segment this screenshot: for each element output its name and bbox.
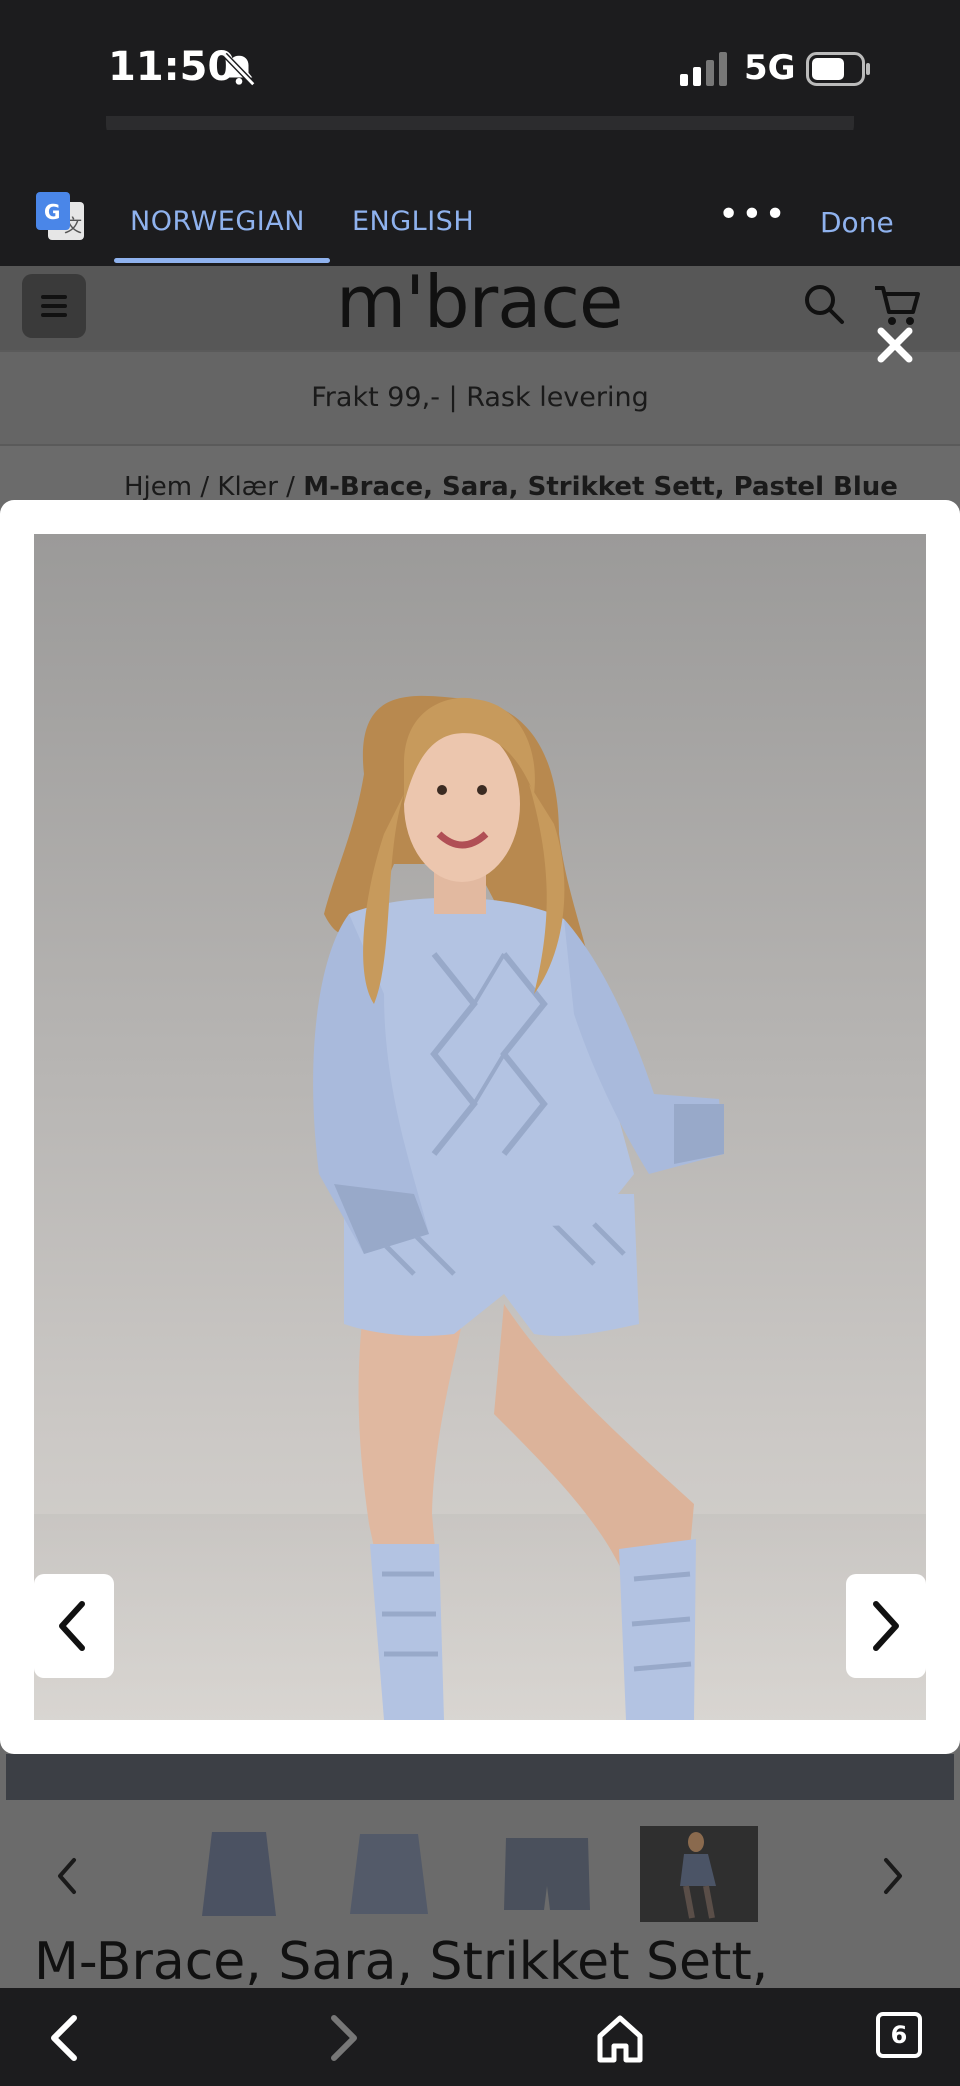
back-icon[interactable] <box>40 2010 92 2066</box>
tab-norwegian[interactable]: NORWEGIAN <box>130 206 305 237</box>
breadcrumb-current: M-Brace, Sara, Strikket Sett, Pastel Blu… <box>303 472 898 502</box>
thumbnail-model[interactable] <box>640 1826 758 1922</box>
home-icon[interactable] <box>594 2010 646 2066</box>
thumb-prev-icon[interactable] <box>52 1854 82 1898</box>
search-icon[interactable] <box>800 280 848 328</box>
thumbnail-section: M-Brace, Sara, Strikket Sett, <box>0 1754 960 1992</box>
browser-toolbar: 6 <box>0 1988 960 2086</box>
chevron-right-icon <box>873 1601 899 1651</box>
chevron-left-icon <box>59 1601 85 1651</box>
thumb-next-icon[interactable] <box>878 1854 908 1898</box>
site-header: m'brace <box>0 260 960 350</box>
active-tab-indicator <box>114 258 330 263</box>
breadcrumb-separator: / <box>192 472 218 502</box>
tab-english[interactable]: ENGLISH <box>352 206 474 237</box>
product-photo <box>34 534 926 1720</box>
forward-icon[interactable] <box>316 2010 368 2066</box>
status-bar: 11:50 5G <box>0 0 960 154</box>
main-image-bottom-edge <box>6 1754 954 1800</box>
promo-text: Frakt 99,- | Rask levering <box>311 382 649 413</box>
breadcrumb: Hjem / Klær / M-Brace, Sara, Strikket Se… <box>124 472 898 502</box>
close-icon[interactable] <box>868 318 922 372</box>
more-options-button[interactable]: ••• <box>718 194 788 235</box>
image-lightbox <box>0 500 960 1754</box>
svg-text:G: G <box>44 200 60 224</box>
breadcrumb-home[interactable]: Hjem <box>124 472 192 502</box>
product-title: M-Brace, Sara, Strikket Sett, <box>34 1932 769 1992</box>
next-image-button[interactable] <box>846 1574 926 1678</box>
thumbnail-sweater-back[interactable] <box>330 1826 448 1922</box>
status-time: 11:50 <box>108 44 236 90</box>
signal-icon <box>680 52 727 86</box>
translate-bar: 文 G NORWEGIAN ENGLISH ••• Done <box>0 130 960 266</box>
google-translate-icon: 文 G <box>36 192 84 240</box>
battery-icon <box>806 52 870 86</box>
bell-slash-icon <box>222 52 256 87</box>
menu-button[interactable] <box>22 274 86 338</box>
model-figure <box>34 695 926 1720</box>
thumbnail-shorts[interactable] <box>488 1826 606 1922</box>
breadcrumb-separator: / <box>277 472 304 502</box>
site-logo[interactable]: m'brace <box>336 260 623 344</box>
thumbnail-sweater-front[interactable] <box>180 1826 298 1922</box>
done-button[interactable]: Done <box>820 206 894 239</box>
breadcrumb-category[interactable]: Klær <box>217 472 278 502</box>
tabs-button[interactable]: 6 <box>876 2012 922 2058</box>
previous-image-button[interactable] <box>34 1574 114 1678</box>
network-type: 5G <box>744 48 796 88</box>
promo-banner: Frakt 99,- | Rask levering <box>0 350 960 446</box>
